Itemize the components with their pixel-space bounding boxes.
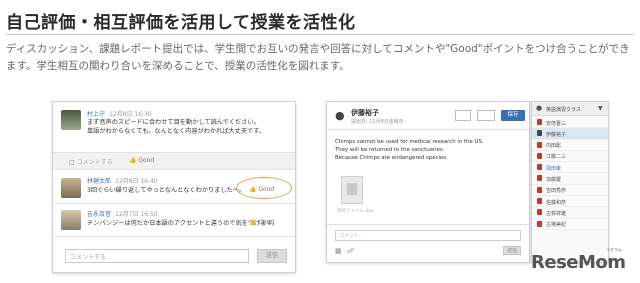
submitted-date: 提出日: 12月8日金曜日 bbox=[351, 119, 404, 125]
footer-divider bbox=[327, 224, 529, 225]
brand-logo-sub: リセマム bbox=[606, 247, 622, 252]
comment-input[interactable]: コメントする... bbox=[65, 249, 249, 263]
comment-action[interactable]: □ コメントする bbox=[69, 157, 113, 166]
post-time: 12月7日 16:50 bbox=[115, 211, 158, 218]
class-roster: ● 英語演習クラス ▼ 安倍晋三 伊藤裕子 内田聡 江藤二三 岡田孝 加藤慶 吉… bbox=[531, 101, 609, 263]
list-item[interactable]: 古場美紀 bbox=[532, 219, 608, 230]
user-icon bbox=[537, 141, 542, 148]
list-item[interactable]: 古賀祥雄 bbox=[532, 207, 608, 219]
user-icon bbox=[537, 119, 542, 125]
student-list: 安倍晋三 伊藤裕子 内田聡 江藤二三 岡田孝 加藤慶 吉田秀彦 佐藤和彦 古賀祥… bbox=[532, 117, 608, 230]
list-item[interactable]: 伊藤裕子 bbox=[532, 128, 608, 140]
report-text: Chimps cannot be used for medical resear… bbox=[335, 139, 484, 161]
post-time: 12月8日 16:40 bbox=[115, 178, 158, 185]
list-item[interactable]: 佐藤和彦 bbox=[532, 196, 608, 208]
post-author[interactable]: 林健太郎 12月8日 16:40 bbox=[87, 176, 158, 185]
post-divider bbox=[53, 236, 295, 237]
list-item[interactable]: 加藤慶 bbox=[532, 173, 608, 185]
page-title: 自己評価・相互評価を活用して授業を活性化 bbox=[6, 13, 356, 33]
send-button[interactable]: 送信 bbox=[257, 249, 287, 263]
user-icon bbox=[537, 186, 542, 193]
user-icon bbox=[537, 198, 542, 205]
good-button[interactable]: 👍 Good bbox=[249, 186, 274, 193]
thumbs-up-icon: 👍 bbox=[249, 219, 257, 226]
avatar bbox=[61, 210, 81, 230]
good-button[interactable]: 👍 Good bbox=[129, 157, 154, 164]
attachment-caption[interactable]: 添付ファイル.doc bbox=[337, 208, 374, 214]
brand-logo: ReseMom bbox=[531, 252, 626, 273]
user-icon bbox=[537, 220, 542, 227]
list-item[interactable]: 吉田秀彦 bbox=[532, 185, 608, 197]
calendar-icon[interactable]: ▦ bbox=[335, 247, 342, 255]
send-button[interactable]: 送信 bbox=[503, 246, 521, 255]
score-input[interactable] bbox=[455, 110, 471, 121]
page-description: ディスカッション、課題レポート提出では、学生間でお互いの発言や回答に対してコメン… bbox=[6, 43, 630, 72]
user-icon bbox=[537, 164, 542, 171]
report-panel: ● 伊藤裕子 提出日: 12月8日金曜日 保存 Chimps cannot be… bbox=[326, 101, 530, 263]
list-item[interactable]: 内田聡 bbox=[532, 140, 608, 151]
list-item[interactable]: 江藤二三 bbox=[532, 151, 608, 163]
save-button[interactable]: 保存 bbox=[501, 110, 525, 121]
document-icon[interactable] bbox=[341, 176, 363, 204]
chevron-down-icon: ▼ bbox=[598, 105, 603, 112]
user-icon bbox=[537, 209, 542, 216]
user-icon bbox=[537, 152, 542, 159]
attach-icon[interactable]: ☍ bbox=[347, 247, 354, 255]
post-author[interactable]: 吉永百音 12月7日 16:50 bbox=[87, 209, 158, 218]
avatar bbox=[61, 178, 81, 198]
class-selector[interactable]: ● 英語演習クラス ▼ bbox=[532, 102, 608, 116]
group-icon: ● bbox=[536, 104, 543, 112]
list-item[interactable]: 安倍晋三 bbox=[532, 117, 608, 129]
comment-icon: □ bbox=[69, 159, 75, 166]
user-icon bbox=[537, 175, 542, 182]
user-icon: ● bbox=[335, 109, 345, 122]
thumbs-up-icon: 👍 bbox=[249, 186, 257, 193]
post-divider bbox=[53, 203, 295, 204]
post-body: 3回ぐらい繰り返してやっとなんとなくわかりました～。 bbox=[87, 187, 246, 194]
student-name: 伊藤裕子 bbox=[351, 109, 379, 117]
post-author[interactable]: 村上守 12月8日 16:30 bbox=[87, 109, 152, 118]
user-icon bbox=[537, 130, 542, 137]
list-item[interactable]: 岡田孝 bbox=[532, 162, 608, 174]
grade-input[interactable] bbox=[477, 110, 495, 121]
avatar bbox=[61, 110, 81, 130]
post-action-bar: □ コメントする 👍 Good bbox=[53, 152, 295, 170]
title-divider bbox=[6, 34, 634, 35]
comment-input[interactable]: コメント... bbox=[335, 230, 521, 241]
post-time: 12月8日 16:30 bbox=[109, 111, 152, 118]
discussion-panel: 村上守 12月8日 16:30 まず音声のスピードに合わせて目を動かして読んでくだ… bbox=[52, 101, 296, 273]
header-divider bbox=[327, 129, 529, 130]
good-button[interactable]: 👍 Good bbox=[249, 219, 274, 226]
post-body: まず音声のスピードに合わせて目を動かして読んでください。 単語がわからなくても、… bbox=[87, 119, 265, 135]
thumbs-up-icon: 👍 bbox=[129, 157, 137, 164]
